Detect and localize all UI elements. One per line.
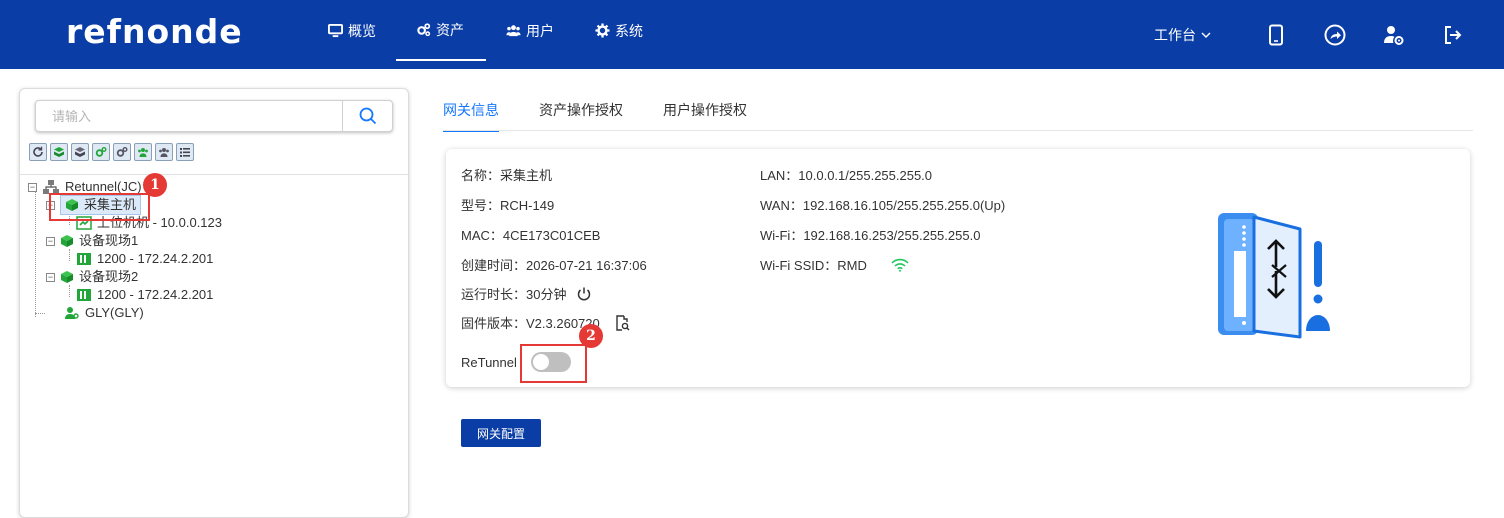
tree-node-plc[interactable]: 1200 - 172.24.2.201 — [76, 286, 213, 304]
search-input[interactable] — [36, 101, 342, 131]
tree-connector — [35, 192, 36, 317]
cogs-green-icon[interactable] — [92, 143, 110, 161]
workbench-dropdown[interactable]: 工作台 — [1154, 0, 1211, 69]
share-button[interactable] — [1324, 0, 1346, 69]
gateway-wifi-ssid-row: Wi-Fi SSID：RMD — [760, 255, 909, 274]
cogs-icon — [417, 23, 431, 37]
gateway-device-illustration — [1218, 213, 1330, 339]
tree-connector — [69, 249, 70, 261]
tab-underline — [443, 130, 1473, 131]
tree-toolbar — [29, 143, 194, 161]
panel-divider — [20, 174, 408, 175]
gateway-uptime: 运行时长：30分钟 — [461, 287, 567, 302]
gateway-created: 创建时间：2026-07-21 16:37:06 — [461, 258, 647, 273]
gateway-info-card: 名称：采集主机 型号：RCH-149 MAC：4CE173C01CEB 创建时间… — [446, 149, 1470, 387]
tree-node-user[interactable]: GLY(GLY) — [64, 304, 144, 322]
users-icon — [506, 25, 521, 37]
gear-icon — [595, 23, 610, 38]
user-settings-icon — [1384, 25, 1404, 45]
tree-node-site2[interactable]: − 设备现场2 — [46, 268, 138, 286]
nav-overview[interactable]: 概览 — [308, 0, 396, 61]
tree-node-label: 1200 - 172.24.2.201 — [97, 287, 214, 302]
tree-node-label: GLY(GLY) — [85, 305, 144, 320]
site-cube-icon — [61, 271, 73, 283]
collapse-toggle[interactable]: − — [28, 182, 37, 192]
share-icon — [1324, 24, 1346, 45]
tab-asset-permissions[interactable]: 资产操作授权 — [539, 100, 643, 132]
mobile-icon — [1269, 24, 1283, 45]
callout-badge-2: 2 — [579, 324, 603, 348]
gateway-config-button[interactable]: 网关配置 — [461, 419, 541, 447]
nav-assets-label: 资产 — [436, 21, 464, 38]
users-gray-icon[interactable] — [155, 143, 173, 161]
firmware-check-icon[interactable] — [614, 314, 630, 331]
wifi-signal-icon — [891, 258, 909, 272]
list-icon[interactable] — [176, 143, 194, 161]
nav-users[interactable]: 用户 — [486, 0, 574, 61]
gateway-firmware: 固件版本：V2.3.260720 — [461, 316, 600, 331]
gateway-firmware-row: 固件版本：V2.3.260720 — [461, 313, 630, 332]
brand-logo[interactable]: refnonde — [66, 12, 243, 51]
collapse-toggle[interactable]: − — [46, 272, 55, 282]
chevron-down-icon — [1201, 32, 1211, 38]
monitor-icon — [328, 23, 343, 38]
nav-users-label: 用户 — [526, 22, 554, 39]
cogs-gray-icon[interactable] — [113, 143, 131, 161]
tree-node-plc[interactable]: 1200 - 172.24.2.201 — [76, 250, 213, 268]
refresh-icon[interactable] — [29, 143, 47, 161]
tree-connector — [69, 285, 70, 297]
group-gray-icon[interactable] — [71, 143, 89, 161]
tab-bar: 网关信息 资产操作授权 用户操作授权 — [443, 100, 787, 132]
group-green-icon[interactable] — [50, 143, 68, 161]
workbench-label: 工作台 — [1154, 26, 1196, 43]
gateway-name: 名称：采集主机 — [461, 168, 553, 183]
site-cube-icon — [61, 235, 73, 247]
callout-highlight-2 — [520, 344, 587, 383]
tab-user-permissions[interactable]: 用户操作授权 — [663, 100, 767, 132]
plc-icon — [77, 289, 91, 301]
gateway-uptime-row: 运行时长：30分钟 — [461, 284, 592, 303]
collapse-toggle[interactable]: − — [46, 236, 55, 246]
mobile-button[interactable] — [1265, 0, 1287, 69]
gateway-mac: MAC：4CE173C01CEB — [461, 228, 601, 243]
tree-node-label: 1200 - 172.24.2.201 — [97, 251, 214, 266]
nav-overview-label: 概览 — [348, 22, 376, 39]
tab-gateway-info[interactable]: 网关信息 — [443, 100, 499, 132]
nav-system[interactable]: 系统 — [575, 0, 663, 61]
tree-connector — [35, 313, 45, 314]
search-icon — [359, 107, 376, 125]
logout-button[interactable] — [1442, 0, 1464, 69]
tree-node-site1[interactable]: − 设备现场1 — [46, 232, 138, 250]
plc-icon — [77, 253, 91, 265]
retunnel-label: ReTunnel — [461, 354, 517, 370]
gateway-model: 型号：RCH-149 — [461, 198, 555, 213]
asset-tree-panel: − Retunnel(JC) − 采集主机 上位机机 - 10.0.0.123 … — [19, 88, 409, 518]
users-green-icon[interactable] — [134, 143, 152, 161]
callout-highlight-1 — [49, 193, 150, 221]
user-key-icon — [65, 307, 79, 319]
search-box — [35, 100, 393, 132]
callout-badge-1: 1 — [143, 173, 167, 197]
tree-node-label: 设备现场2 — [79, 269, 139, 284]
user-settings-button[interactable] — [1383, 0, 1405, 69]
gateway-lan: LAN：10.0.0.1/255.255.255.0 — [760, 168, 933, 183]
tree-node-label: 设备现场1 — [79, 233, 139, 248]
power-icon[interactable] — [576, 286, 592, 302]
nav-assets[interactable]: 资产 — [396, 0, 486, 61]
logout-icon — [1445, 25, 1462, 44]
gateway-wifi: Wi-Fi：192.168.16.253/255.255.255.0 — [760, 228, 981, 243]
gateway-wifi-ssid: Wi-Fi SSID：RMD — [760, 258, 867, 273]
nav-system-label: 系统 — [615, 22, 643, 39]
top-navbar: refnonde 概览 资产 用户 系统 工作台 — [0, 0, 1504, 69]
gateway-wan: WAN：192.168.16.105/255.255.255.0(Up) — [760, 198, 1006, 213]
search-button[interactable] — [342, 101, 392, 131]
